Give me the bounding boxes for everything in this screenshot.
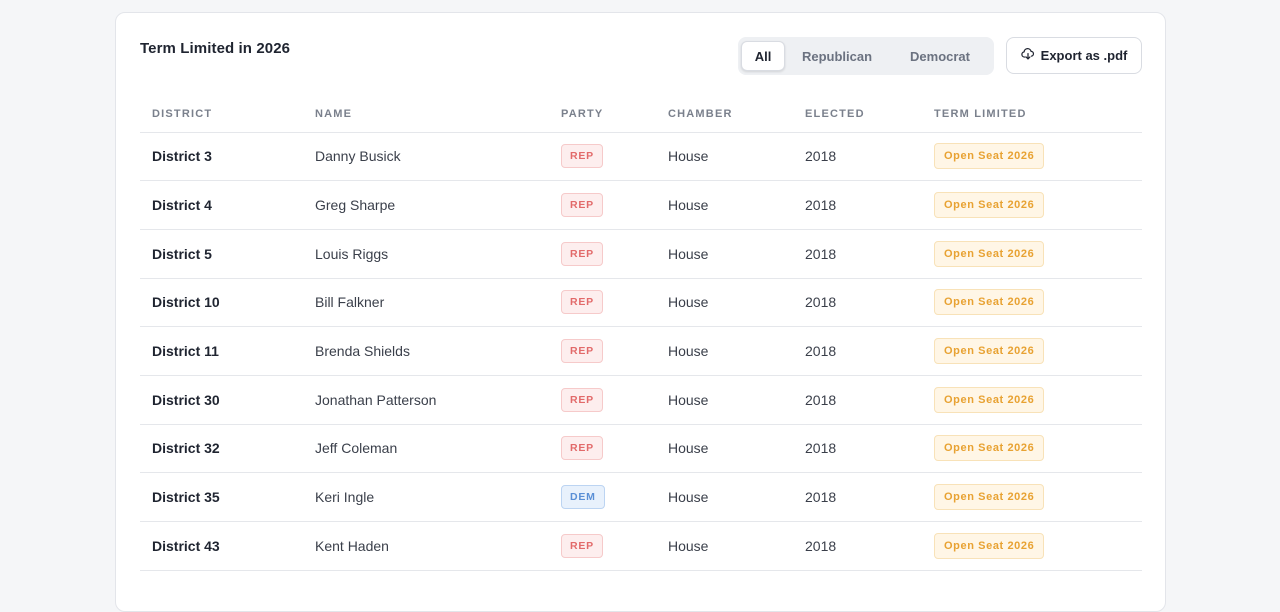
party-cell: REP — [549, 132, 656, 182]
name-cell: Kent Haden — [303, 521, 549, 571]
elected-cell: 2018 — [793, 326, 922, 376]
party-badge: REP — [561, 241, 603, 266]
status-badge: Open Seat 2026 — [934, 435, 1045, 462]
chamber-cell: House — [656, 132, 793, 182]
party-filter: All Republican Democrat — [738, 37, 994, 75]
elected-cell: 2018 — [793, 521, 922, 571]
name-cell: Keri Ingle — [303, 472, 549, 522]
chamber-cell: House — [656, 424, 793, 474]
term-limited-table: District Name Party Chamber Elected Term… — [140, 96, 1142, 571]
party-badge: REP — [561, 387, 603, 412]
status-badge: Open Seat 2026 — [934, 484, 1045, 511]
table-row[interactable]: District 32 Jeff Coleman REP House 2018 … — [140, 424, 1142, 474]
table-row[interactable]: District 43 Kent Haden REP House 2018 Op… — [140, 521, 1142, 571]
name-cell: Bill Falkner — [303, 278, 549, 328]
term-limited-cell: Open Seat 2026 — [922, 278, 1142, 328]
status-badge: Open Seat 2026 — [934, 240, 1045, 267]
term-limited-cell: Open Seat 2026 — [922, 424, 1142, 474]
district-cell: District 32 — [140, 424, 303, 474]
chamber-cell: House — [656, 278, 793, 328]
district-cell: District 11 — [140, 326, 303, 376]
name-cell: Jeff Coleman — [303, 424, 549, 474]
status-badge: Open Seat 2026 — [934, 143, 1045, 170]
chamber-cell: House — [656, 229, 793, 279]
party-cell: REP — [549, 521, 656, 571]
party-badge: DEM — [561, 485, 605, 510]
name-cell: Brenda Shields — [303, 326, 549, 376]
filter-democrat-button[interactable]: Democrat — [889, 41, 991, 71]
term-limited-cell: Open Seat 2026 — [922, 326, 1142, 376]
party-cell: DEM — [549, 472, 656, 522]
term-limited-cell: Open Seat 2026 — [922, 180, 1142, 230]
header-party[interactable]: Party — [549, 96, 656, 133]
table-row[interactable]: District 10 Bill Falkner REP House 2018 … — [140, 278, 1142, 328]
table-row[interactable]: District 4 Greg Sharpe REP House 2018 Op… — [140, 180, 1142, 230]
card-title: Term Limited in 2026 — [140, 40, 291, 57]
elected-cell: 2018 — [793, 472, 922, 522]
status-badge: Open Seat 2026 — [934, 289, 1045, 316]
party-cell: REP — [549, 278, 656, 328]
term-limited-card: Term Limited in 2026 All Republican Demo… — [115, 12, 1166, 612]
party-cell: REP — [549, 375, 656, 425]
chamber-cell: House — [656, 521, 793, 571]
table-row[interactable]: District 35 Keri Ingle DEM House 2018 Op… — [140, 472, 1142, 522]
filter-all-button[interactable]: All — [741, 41, 785, 71]
term-limited-cell: Open Seat 2026 — [922, 521, 1142, 571]
party-badge: REP — [561, 193, 603, 218]
party-badge: REP — [561, 533, 603, 558]
chamber-cell: House — [656, 326, 793, 376]
district-cell: District 4 — [140, 180, 303, 230]
name-cell: Louis Riggs — [303, 229, 549, 279]
chamber-cell: House — [656, 472, 793, 522]
party-cell: REP — [549, 180, 656, 230]
district-cell: District 35 — [140, 472, 303, 522]
term-limited-cell: Open Seat 2026 — [922, 472, 1142, 522]
elected-cell: 2018 — [793, 229, 922, 279]
party-cell: REP — [549, 424, 656, 474]
district-cell: District 5 — [140, 229, 303, 279]
district-cell: District 10 — [140, 278, 303, 328]
status-badge: Open Seat 2026 — [934, 338, 1045, 365]
chamber-cell: House — [656, 375, 793, 425]
district-cell: District 43 — [140, 521, 303, 571]
cloud-download-icon — [1020, 47, 1035, 64]
elected-cell: 2018 — [793, 278, 922, 328]
export-pdf-button[interactable]: Export as .pdf — [1006, 37, 1142, 74]
chamber-cell: House — [656, 180, 793, 230]
term-limited-cell: Open Seat 2026 — [922, 375, 1142, 425]
table-row[interactable]: District 30 Jonathan Patterson REP House… — [140, 375, 1142, 425]
table-row[interactable]: District 3 Danny Busick REP House 2018 O… — [140, 132, 1142, 182]
table-row[interactable]: District 5 Louis Riggs REP House 2018 Op… — [140, 229, 1142, 279]
party-cell: REP — [549, 326, 656, 376]
party-badge: REP — [561, 290, 603, 315]
name-cell: Jonathan Patterson — [303, 375, 549, 425]
elected-cell: 2018 — [793, 375, 922, 425]
filter-republican-button[interactable]: Republican — [785, 41, 889, 71]
district-cell: District 30 — [140, 375, 303, 425]
name-cell: Danny Busick — [303, 132, 549, 182]
status-badge: Open Seat 2026 — [934, 532, 1045, 559]
district-cell: District 3 — [140, 132, 303, 182]
header-term-limited[interactable]: Term Limited — [922, 96, 1142, 133]
table-row[interactable]: District 11 Brenda Shields REP House 201… — [140, 326, 1142, 376]
header-chamber[interactable]: Chamber — [656, 96, 793, 133]
header-name[interactable]: Name — [303, 96, 549, 133]
status-badge: Open Seat 2026 — [934, 192, 1045, 219]
name-cell: Greg Sharpe — [303, 180, 549, 230]
table-header-row: District Name Party Chamber Elected Term… — [140, 96, 1142, 133]
party-badge: REP — [561, 144, 603, 169]
header-elected[interactable]: Elected — [793, 96, 922, 133]
term-limited-cell: Open Seat 2026 — [922, 229, 1142, 279]
export-button-label: Export as .pdf — [1040, 48, 1128, 63]
status-badge: Open Seat 2026 — [934, 386, 1045, 413]
header-district[interactable]: District — [140, 96, 303, 133]
elected-cell: 2018 — [793, 180, 922, 230]
term-limited-cell: Open Seat 2026 — [922, 132, 1142, 182]
elected-cell: 2018 — [793, 132, 922, 182]
elected-cell: 2018 — [793, 424, 922, 474]
party-cell: REP — [549, 229, 656, 279]
party-badge: REP — [561, 436, 603, 461]
party-badge: REP — [561, 339, 603, 364]
